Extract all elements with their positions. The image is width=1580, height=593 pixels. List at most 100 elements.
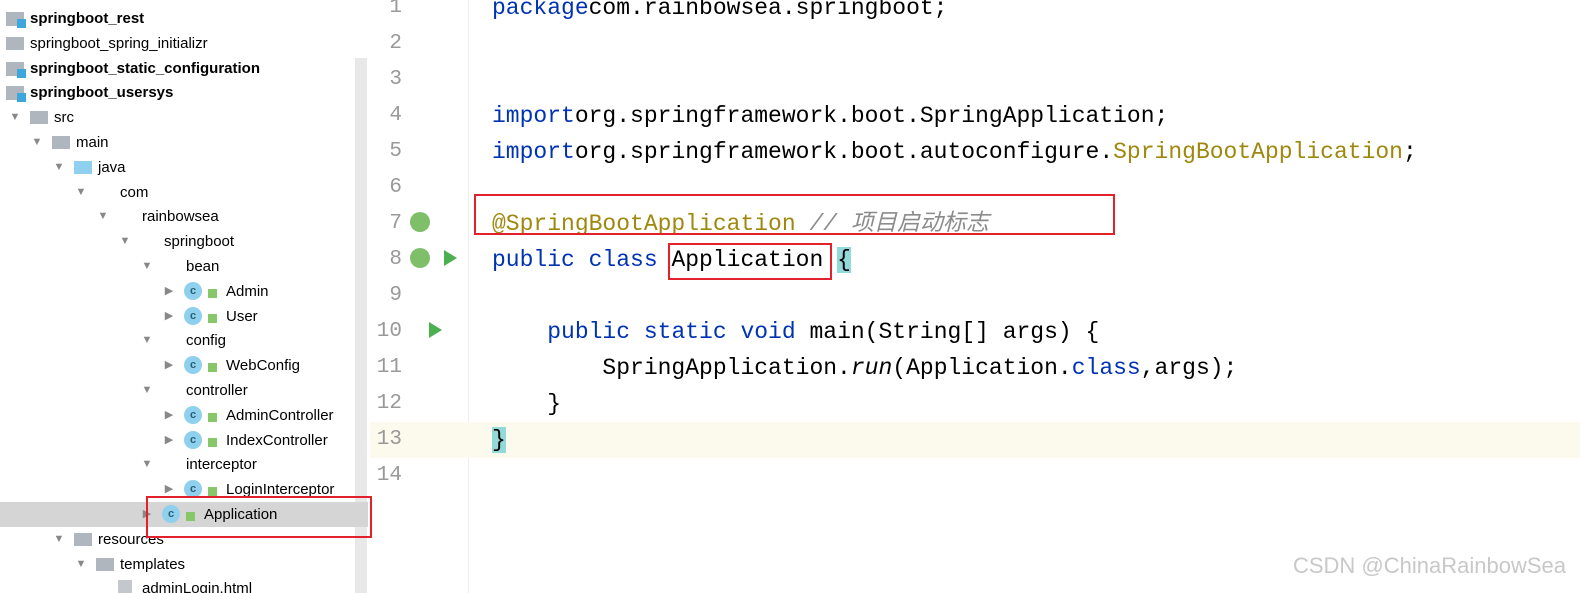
tree-item-label: springboot_spring_initializr: [30, 34, 208, 52]
expand-arrow-icon[interactable]: ▼: [30, 130, 44, 155]
tree-item[interactable]: springboot_usersys: [0, 80, 355, 105]
code-line[interactable]: 4 importorg.springframework.boot.SpringAp…: [370, 98, 1580, 134]
tree-item[interactable]: ▼ src: [0, 105, 355, 130]
module-icon: [6, 86, 26, 103]
expand-arrow-icon[interactable]: ▼: [140, 452, 154, 477]
class-icon: c: [184, 281, 202, 300]
expand-arrow-icon[interactable]: ▼: [140, 254, 154, 279]
expand-arrow-icon[interactable]: ▼: [96, 204, 110, 229]
html-file-icon: [118, 580, 132, 593]
line-number: 13: [376, 428, 402, 451]
tree-item[interactable]: ▶ c IndexController: [0, 428, 355, 453]
tree-item[interactable]: ▼ rainbowsea: [0, 204, 355, 229]
expand-arrow-icon[interactable]: ▼: [140, 378, 154, 403]
tree-item-label: adminLogin.html: [142, 580, 253, 593]
tree-item[interactable]: ▶ c WebConfig: [0, 353, 355, 378]
spring-boot-app-icon[interactable]: [410, 248, 430, 268]
resources-folder-icon: [74, 532, 92, 546]
public-lock-icon: [208, 487, 217, 497]
code-line[interactable]: 2: [370, 26, 1580, 62]
tree-item-label: java: [98, 158, 126, 176]
tree-item[interactable]: springboot_static_configuration: [0, 56, 355, 81]
line-number: 2: [389, 32, 402, 55]
code-line[interactable]: 3: [370, 62, 1580, 98]
line-number: 10: [376, 320, 402, 343]
code-line[interactable]: 1 packagecom.rainbowsea.springboot;: [370, 0, 1580, 26]
tree-item[interactable]: ▼ java: [0, 155, 355, 180]
tree-item[interactable]: ▼ main: [0, 130, 355, 155]
tree-item-label: controller: [186, 382, 248, 399]
code-token: ,args);: [1140, 355, 1238, 381]
class-icon: c: [184, 306, 202, 325]
expand-arrow-icon[interactable]: ▼: [8, 105, 22, 130]
tree-item[interactable]: ▼ springboot: [0, 229, 355, 254]
run-main-gutter-icon[interactable]: [429, 322, 442, 338]
line-number: 3: [389, 68, 402, 91]
collapse-arrow-icon[interactable]: ▶: [162, 353, 176, 378]
folder-icon: [52, 136, 70, 149]
collapse-arrow-icon[interactable]: ▶: [162, 428, 176, 453]
module-icon: [6, 61, 26, 78]
tree-item-label: templates: [120, 555, 186, 573]
tree-item[interactable]: ▶ c Admin: [0, 279, 355, 304]
code-text: SpringApplication.run(Application.class,…: [492, 350, 1237, 386]
code-line[interactable]: 12 }: [370, 386, 1580, 422]
tree-item-label: interceptor: [186, 456, 257, 474]
expand-arrow-icon[interactable]: ▼: [118, 229, 132, 254]
tree-item[interactable]: adminLogin.html: [0, 576, 355, 593]
class-icon: c: [184, 430, 202, 449]
tree-item[interactable]: ▼ bean: [0, 254, 355, 279]
folder-icon: [96, 557, 114, 571]
tree-item[interactable]: ▼ config: [0, 328, 355, 353]
tree-item-label: main: [76, 134, 109, 151]
run-gutter-icon[interactable]: [444, 250, 457, 266]
code-line[interactable]: 10 public static void main(String[] args…: [370, 314, 1580, 350]
collapse-arrow-icon[interactable]: ▶: [162, 279, 176, 304]
expand-arrow-icon[interactable]: ▼: [52, 155, 66, 180]
tree-item-label: Admin: [226, 282, 269, 300]
collapse-arrow-icon[interactable]: ▶: [162, 304, 176, 329]
expand-arrow-icon[interactable]: ▼: [52, 527, 66, 552]
line-number: 11: [376, 356, 402, 379]
code-text: }: [492, 386, 561, 422]
line-number: 8: [389, 248, 402, 271]
code-text: }: [492, 422, 506, 458]
tree-item-label: IndexController: [226, 431, 328, 449]
expand-arrow-icon[interactable]: ▼: [140, 328, 154, 353]
code-token: class: [1071, 355, 1141, 381]
code-line[interactable]: 5 importorg.springframework.boot.autoconf…: [370, 134, 1580, 170]
tree-item[interactable]: ▼ controller: [0, 378, 355, 403]
line-number: 6: [389, 176, 402, 199]
expand-arrow-icon[interactable]: ▼: [74, 552, 88, 577]
tree-item[interactable]: springboot_rest: [0, 6, 355, 31]
code-token: {: [837, 247, 851, 273]
line-number: 5: [389, 140, 402, 163]
tree-item[interactable]: ▶ c AdminController: [0, 403, 355, 428]
tree-item[interactable]: ▼ templates: [0, 552, 355, 577]
line-number: 9: [389, 284, 402, 307]
watermark: CSDN @ChinaRainbowSea: [1292, 553, 1566, 578]
code-token: main(String[] args) {: [809, 319, 1100, 345]
code-line[interactable]: 9: [370, 278, 1580, 314]
code-token: SpringApplication.: [492, 355, 851, 381]
code-token: org.springframework.boot.autoconfigure.: [574, 139, 1114, 165]
code-token: import: [492, 139, 575, 165]
line-number: 12: [376, 392, 402, 415]
public-lock-icon: [208, 363, 217, 373]
folder-icon: [6, 36, 24, 50]
code-line[interactable]: 8 public class Application {: [370, 242, 1580, 278]
code-line[interactable]: 13}: [370, 422, 1580, 458]
folder-icon: [30, 111, 48, 125]
code-line[interactable]: 11 SpringApplication.run(Application.cla…: [370, 350, 1580, 386]
tree-item[interactable]: ▼ com: [0, 180, 355, 205]
tree-item[interactable]: ▼ interceptor: [0, 452, 355, 477]
code-line[interactable]: 14: [370, 458, 1580, 494]
code-editor[interactable]: 1 packagecom.rainbowsea.springboot; 2 3 4 imp…: [370, 0, 1580, 593]
code-token: package: [492, 0, 589, 21]
highlight-tree-application-box: [146, 496, 372, 538]
expand-arrow-icon[interactable]: ▼: [74, 180, 88, 205]
tree-item[interactable]: springboot_spring_initializr: [0, 31, 355, 56]
tree-item[interactable]: ▶ c User: [0, 304, 355, 329]
collapse-arrow-icon[interactable]: ▶: [162, 403, 176, 428]
spring-bean-icon[interactable]: [410, 212, 430, 232]
